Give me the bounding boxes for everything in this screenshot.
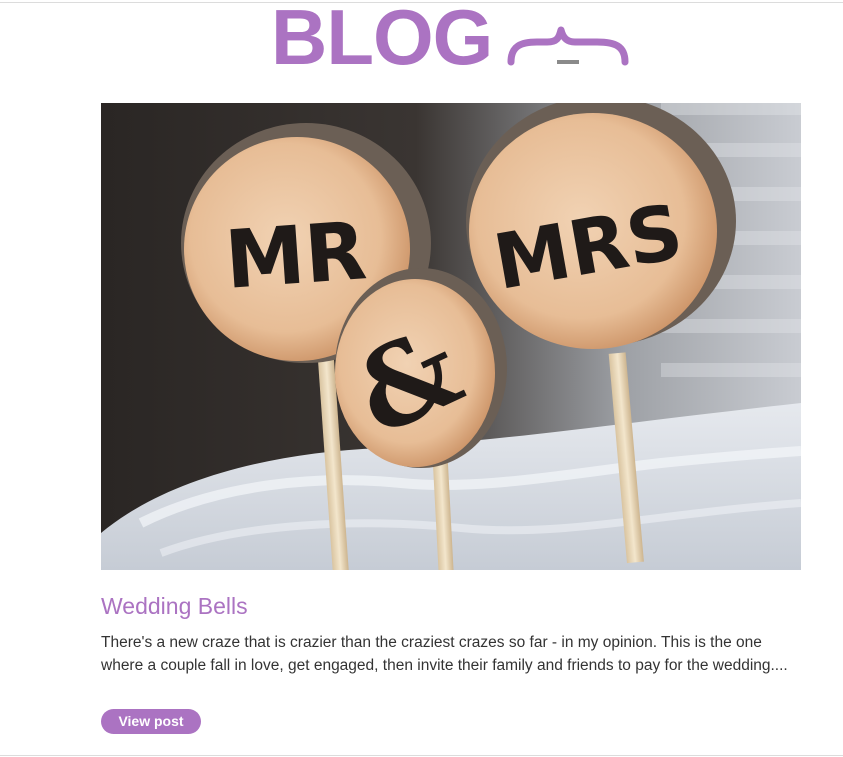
view-post-button[interactable]: View post [101, 709, 201, 734]
post-title[interactable]: Wedding Bells [101, 591, 248, 621]
blog-header: BLOG [0, 0, 843, 80]
curly-brace-icon [507, 26, 629, 66]
post-excerpt: There's a new craze that is crazier than… [101, 634, 788, 674]
post-image[interactable]: MR MRS & [101, 103, 801, 570]
mr-text: MR [222, 204, 369, 307]
blog-post-card: MR MRS & Wedding Bells There's a new cra… [101, 103, 801, 734]
bottom-divider [0, 755, 843, 756]
blog-title: BLOG [271, 0, 493, 81]
